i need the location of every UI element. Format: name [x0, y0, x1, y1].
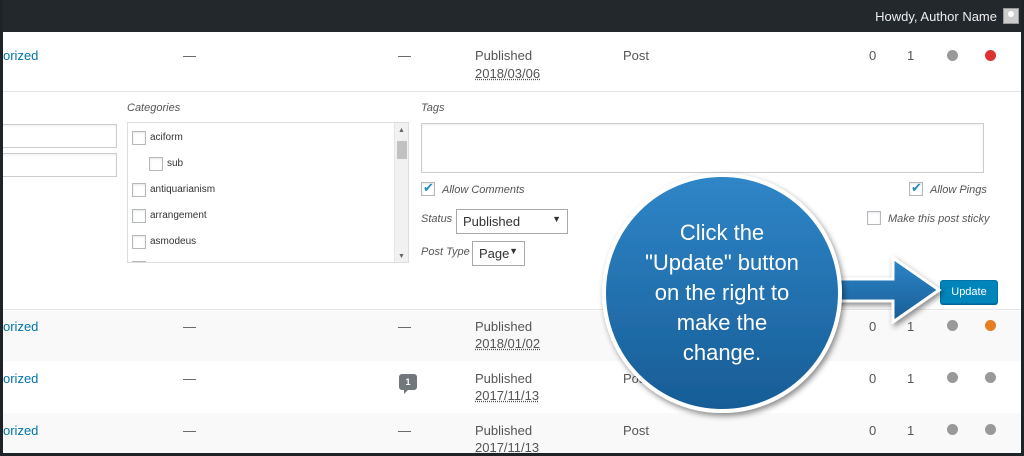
callout-line: change. — [682, 340, 762, 365]
scroll-down-icon[interactable]: ▼ — [398, 253, 405, 260]
quick-edit-panel: Categories aciform sub antiquarianism ar… — [3, 91, 1021, 310]
seo-dot — [947, 50, 958, 61]
screen-frame: Howdy, Author Name orized — — Published … — [0, 0, 1024, 456]
row-count-a: 0 — [869, 423, 877, 438]
seo-dot — [947, 372, 958, 383]
row-tags: — — [183, 423, 196, 438]
callout-line: on the right to — [654, 280, 790, 305]
slug-field[interactable] — [3, 153, 117, 177]
callout-line: "Update" button — [645, 250, 799, 275]
row-comments: — — [398, 423, 411, 438]
categories-list: aciform sub antiquarianism arrangement a… — [127, 122, 409, 263]
row-status: Published — [475, 319, 533, 334]
status-select-value: Published — [463, 214, 521, 229]
row-status: Published — [475, 371, 533, 386]
scrollbar-thumb[interactable] — [397, 141, 407, 159]
row-count-b: 1 — [907, 319, 915, 334]
callout-line: Click the — [679, 220, 765, 245]
category-checkbox[interactable] — [132, 209, 146, 223]
row-date: 2018/01/02 — [475, 336, 541, 351]
table-row: orized — — Published 2018/01/02 0 1 — [3, 311, 1021, 361]
callout-text: Click the "Update" button on the right t… — [615, 218, 829, 368]
row-count-b: 1 — [907, 371, 915, 386]
row-status: Published — [475, 423, 533, 438]
post-type-label: Post Type — [421, 246, 470, 258]
category-label: arrangement — [150, 210, 207, 221]
howdy-greeting[interactable]: Howdy, Author Name — [875, 9, 997, 24]
seo-dot — [947, 424, 958, 435]
row-date: 2017/11/13 — [475, 388, 540, 403]
category-label: aciform — [150, 132, 183, 143]
allow-comments-label: Allow Comments — [442, 184, 525, 196]
seo-dot — [947, 320, 958, 331]
row-count-a: 0 — [869, 371, 877, 386]
post-type-select[interactable]: Page ▼ — [472, 241, 525, 266]
category-checkbox[interactable] — [132, 183, 146, 197]
row-count-b: 1 — [907, 423, 915, 438]
row-comments: — — [398, 319, 411, 334]
row-type: Post — [623, 48, 650, 63]
row-count-a: 0 — [869, 319, 877, 334]
avatar[interactable] — [1003, 8, 1019, 24]
update-button[interactable]: Update — [940, 280, 998, 304]
status-label: Status — [421, 213, 453, 225]
admin-bar: Howdy, Author Name — [3, 0, 1021, 32]
row-count-a: 0 — [869, 48, 877, 63]
row-type: Post — [623, 423, 650, 438]
status-select[interactable]: Published ▼ — [456, 209, 568, 234]
readability-dot — [985, 424, 996, 435]
callout-line: make the — [676, 310, 768, 335]
chevron-down-icon: ▼ — [509, 246, 518, 256]
row-category[interactable]: orized — [3, 371, 38, 386]
row-type: Post — [623, 371, 650, 386]
allow-pings-checkbox[interactable] — [909, 180, 923, 196]
title-field[interactable] — [3, 124, 117, 148]
row-category[interactable]: orized — [3, 423, 38, 438]
category-checkbox[interactable] — [132, 235, 146, 249]
row-status: Published — [475, 48, 533, 63]
row-date: 2017/11/13 — [475, 440, 540, 455]
row-category[interactable]: orized — [3, 48, 38, 63]
category-label: antiquarianism — [150, 184, 216, 195]
readability-dot — [985, 50, 996, 61]
category-label: sub — [167, 158, 184, 169]
category-checkbox[interactable] — [132, 131, 146, 145]
category-checkbox[interactable] — [149, 157, 163, 171]
allow-comments-checkbox[interactable] — [421, 180, 435, 196]
categories-label: Categories — [127, 102, 181, 114]
row-comments: — — [398, 48, 411, 63]
row-category[interactable]: orized — [3, 319, 38, 334]
table-row: orized — — Published 2018/03/06 Post 0 1 — [3, 32, 1021, 91]
table-row: orized — Published 2017/11/13 Post 0 1 — [3, 361, 1021, 413]
category-label: asmodeus — [150, 236, 197, 247]
sticky-label: Make this post sticky — [888, 213, 990, 225]
row-count-b: 1 — [907, 48, 915, 63]
chevron-down-icon: ▼ — [552, 214, 561, 224]
row-tags: — — [183, 48, 196, 63]
tags-label: Tags — [421, 102, 445, 114]
post-type-select-value: Page — [479, 246, 510, 261]
row-tags: — — [183, 319, 196, 334]
allow-pings-label: Allow Pings — [930, 184, 987, 196]
tags-textarea[interactable] — [421, 123, 984, 173]
table-row: orized — — Published 2017/11/13 Post 0 1 — [3, 413, 1021, 455]
row-tags: — — [183, 371, 196, 386]
readability-dot — [985, 372, 996, 383]
scroll-up-icon[interactable]: ▲ — [398, 127, 405, 134]
categories-scrollbar[interactable]: ▲ ▼ — [394, 123, 408, 262]
row-date: 2018/03/06 — [475, 66, 541, 81]
category-checkbox[interactable] — [132, 261, 146, 262]
sticky-checkbox[interactable] — [867, 211, 881, 225]
readability-dot — [985, 320, 996, 331]
comment-count-bubble[interactable]: 1 — [399, 374, 417, 394]
